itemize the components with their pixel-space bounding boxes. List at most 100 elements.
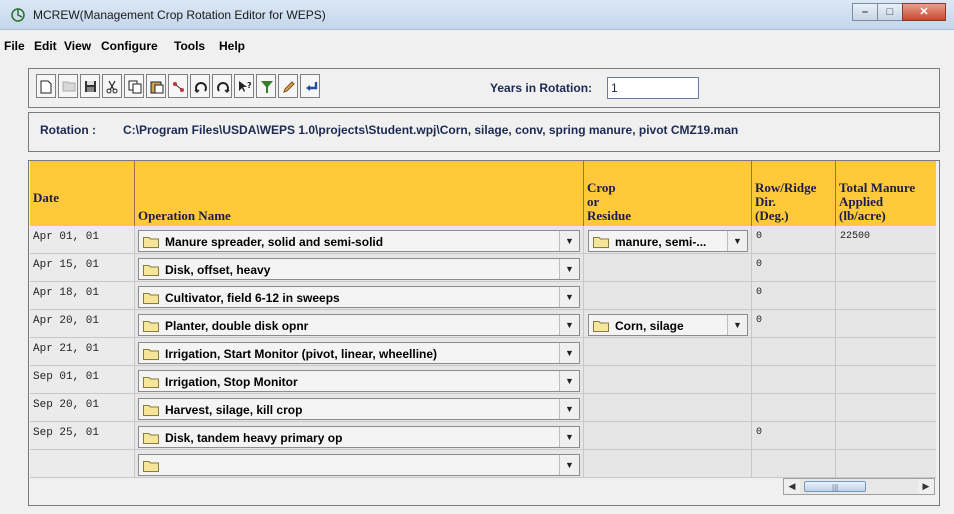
chevron-down-icon[interactable]: ▼ — [559, 315, 579, 335]
operation-combo[interactable]: Disk, tandem heavy primary op ▼ — [138, 426, 580, 448]
chevron-down-icon[interactable]: ▼ — [727, 315, 747, 335]
horizontal-scrollbar[interactable]: ◀ ||| ▶ — [783, 478, 935, 495]
years-in-rotation-input[interactable] — [607, 77, 699, 99]
cell-date[interactable]: Sep 01, 01 — [30, 366, 135, 394]
edit-pencil-button[interactable] — [278, 74, 298, 98]
cell-row-ridge-dir[interactable] — [752, 450, 836, 478]
operation-combo[interactable]: Cultivator, field 6-12 in sweeps ▼ — [138, 286, 580, 308]
chevron-down-icon[interactable]: ▼ — [559, 455, 579, 475]
cell-date[interactable]: Apr 01, 01 — [30, 226, 135, 254]
table-row[interactable]: Apr 01, 01 Manure spreader, solid and se… — [30, 226, 936, 254]
cell-row-ridge-dir[interactable] — [752, 338, 836, 366]
cell-date[interactable]: Sep 25, 01 — [30, 422, 135, 450]
cell-date[interactable]: Sep 20, 01 — [30, 394, 135, 422]
cell-total-manure[interactable] — [836, 254, 936, 282]
cell-crop[interactable] — [584, 366, 752, 394]
return-arrow-button[interactable] — [300, 74, 320, 98]
cell-row-ridge-dir[interactable] — [752, 394, 836, 422]
maximize-button[interactable]: □ — [877, 3, 903, 21]
help-pointer-button[interactable]: ? — [234, 74, 254, 98]
chevron-down-icon[interactable]: ▼ — [559, 231, 579, 251]
scroll-right-icon[interactable]: ▶ — [918, 479, 934, 494]
cell-row-ridge-dir[interactable]: 0 — [752, 310, 836, 338]
cell-row-ridge-dir[interactable]: 0 — [752, 422, 836, 450]
cell-crop[interactable] — [584, 450, 752, 478]
operation-combo[interactable]: Planter, double disk opnr ▼ — [138, 314, 580, 336]
cell-total-manure[interactable]: 22500 — [836, 226, 936, 254]
rotate-button[interactable] — [190, 74, 210, 98]
cell-operation[interactable]: Irrigation, Stop Monitor ▼ — [135, 366, 584, 394]
crop-combo[interactable]: Corn, silage ▼ — [588, 314, 748, 336]
cell-crop[interactable] — [584, 422, 752, 450]
minimize-button[interactable]: – — [852, 3, 878, 21]
copy-button[interactable] — [124, 74, 144, 98]
cell-date[interactable] — [30, 450, 135, 478]
cell-total-manure[interactable] — [836, 282, 936, 310]
header-total-manure[interactable]: Total Manure Applied (lb/acre) — [836, 161, 936, 226]
operation-combo[interactable]: Harvest, silage, kill crop ▼ — [138, 398, 580, 420]
cell-operation[interactable]: Planter, double disk opnr ▼ — [135, 310, 584, 338]
cut-button[interactable] — [102, 74, 122, 98]
header-row-ridge-dir[interactable]: Row/Ridge Dir. (Deg.) — [752, 161, 836, 226]
crop-combo[interactable]: manure, semi-... ▼ — [588, 230, 748, 252]
table-row[interactable]: Sep 20, 01 Harvest, silage, kill crop ▼ — [30, 394, 936, 422]
table-row[interactable]: Apr 15, 01 Disk, offset, heavy ▼ 0 — [30, 254, 936, 282]
table-row[interactable]: ▼ — [30, 450, 936, 478]
cell-date[interactable]: Apr 20, 01 — [30, 310, 135, 338]
table-row[interactable]: Apr 20, 01 Planter, double disk opnr ▼ C… — [30, 310, 936, 338]
cell-row-ridge-dir[interactable]: 0 — [752, 282, 836, 310]
operation-combo[interactable]: Manure spreader, solid and semi-solid ▼ — [138, 230, 580, 252]
scroll-left-icon[interactable]: ◀ — [784, 479, 800, 494]
cell-crop[interactable]: Corn, silage ▼ — [584, 310, 752, 338]
cell-total-manure[interactable] — [836, 394, 936, 422]
menu-configure[interactable]: Configure — [101, 39, 158, 53]
cell-total-manure[interactable] — [836, 366, 936, 394]
cell-operation[interactable]: ▼ — [135, 450, 584, 478]
cell-date[interactable]: Apr 15, 01 — [30, 254, 135, 282]
chevron-down-icon[interactable]: ▼ — [559, 287, 579, 307]
cell-crop[interactable]: manure, semi-... ▼ — [584, 226, 752, 254]
cell-date[interactable]: Apr 21, 01 — [30, 338, 135, 366]
menu-view[interactable]: View — [64, 39, 91, 53]
cell-total-manure[interactable] — [836, 450, 936, 478]
menu-tools[interactable]: Tools — [174, 39, 205, 53]
close-button[interactable]: ✕ — [902, 3, 946, 21]
chevron-down-icon[interactable]: ▼ — [559, 259, 579, 279]
operation-combo[interactable]: Irrigation, Start Monitor (pivot, linear… — [138, 342, 580, 364]
chevron-down-icon[interactable]: ▼ — [727, 231, 747, 251]
cell-crop[interactable] — [584, 338, 752, 366]
new-file-button[interactable] — [36, 74, 56, 98]
cell-operation[interactable]: Irrigation, Start Monitor (pivot, linear… — [135, 338, 584, 366]
header-operation-name[interactable]: Operation Name — [135, 161, 584, 226]
chevron-down-icon[interactable]: ▼ — [559, 399, 579, 419]
rotate-reverse-button[interactable] — [212, 74, 232, 98]
save-button[interactable] — [80, 74, 100, 98]
cell-row-ridge-dir[interactable]: 0 — [752, 254, 836, 282]
paste-button[interactable] — [146, 74, 166, 98]
cell-total-manure[interactable] — [836, 422, 936, 450]
menu-file[interactable]: File — [4, 39, 25, 53]
menu-edit[interactable]: Edit — [34, 39, 57, 53]
scroll-thumb[interactable]: ||| — [804, 481, 866, 492]
filter-button[interactable] — [256, 74, 276, 98]
sort-button[interactable] — [168, 74, 188, 98]
cell-operation[interactable]: Disk, tandem heavy primary op ▼ — [135, 422, 584, 450]
cell-total-manure[interactable] — [836, 310, 936, 338]
cell-crop[interactable] — [584, 254, 752, 282]
table-row[interactable]: Sep 25, 01 Disk, tandem heavy primary op… — [30, 422, 936, 450]
cell-crop[interactable] — [584, 282, 752, 310]
table-row[interactable]: Apr 18, 01 Cultivator, field 6-12 in swe… — [30, 282, 936, 310]
cell-operation[interactable]: Disk, offset, heavy ▼ — [135, 254, 584, 282]
cell-operation[interactable]: Cultivator, field 6-12 in sweeps ▼ — [135, 282, 584, 310]
cell-operation[interactable]: Manure spreader, solid and semi-solid ▼ — [135, 226, 584, 254]
chevron-down-icon[interactable]: ▼ — [559, 343, 579, 363]
cell-crop[interactable] — [584, 394, 752, 422]
operation-combo[interactable]: ▼ — [138, 454, 580, 476]
cell-row-ridge-dir[interactable] — [752, 366, 836, 394]
table-row[interactable]: Sep 01, 01 Irrigation, Stop Monitor ▼ — [30, 366, 936, 394]
cell-date[interactable]: Apr 18, 01 — [30, 282, 135, 310]
operation-combo[interactable]: Irrigation, Stop Monitor ▼ — [138, 370, 580, 392]
chevron-down-icon[interactable]: ▼ — [559, 427, 579, 447]
menu-help[interactable]: Help — [219, 39, 245, 53]
chevron-down-icon[interactable]: ▼ — [559, 371, 579, 391]
